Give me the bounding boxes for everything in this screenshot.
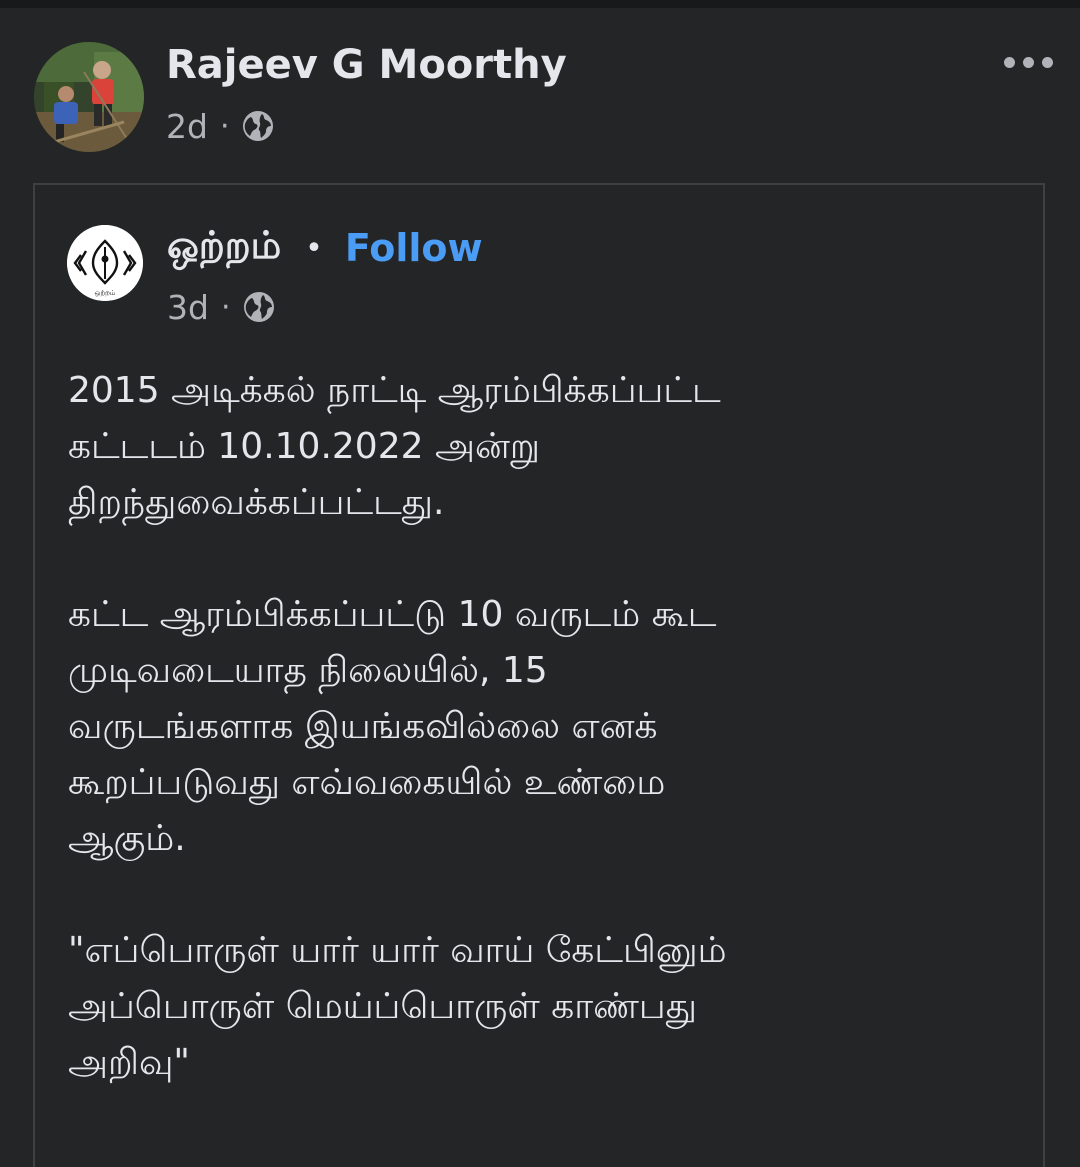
more-options-icon[interactable] bbox=[996, 44, 1060, 80]
meta-separator: · bbox=[219, 108, 230, 144]
page-name[interactable]: ஒற்றம் bbox=[167, 223, 281, 273]
text-line: ஆகும். bbox=[68, 818, 186, 859]
text-line: வருடங்களாக இயங்கவில்லை எனக் bbox=[68, 706, 658, 747]
header-separator: • bbox=[305, 230, 323, 266]
text-line: கட்ட ஆரம்பிக்கப்பட்டு 10 வருடம் கூட bbox=[68, 594, 717, 635]
paragraph: "எப்பொருள் யார் யார் வாய் கேட்பினும் அப்… bbox=[68, 923, 1028, 1091]
paragraph: 2015 அடிக்கல் நாட்டி ஆரம்பிக்கப்பட்ட கட்… bbox=[68, 363, 1028, 531]
shared-post-meta: 3d · bbox=[167, 285, 275, 329]
page-header: ஒற்றம் • Follow bbox=[167, 223, 483, 273]
text-line: திறந்துவைக்கப்பட்டது. bbox=[68, 482, 445, 523]
meta-separator: · bbox=[220, 289, 231, 325]
shared-post-card[interactable]: ஒற்றம் ஒற்றம் • Follow 3d · 2015 அடிக்கல… bbox=[33, 183, 1045, 1167]
text-line: கூறப்படுவது எவ்வகையில் உண்மை bbox=[68, 762, 666, 803]
globe-icon[interactable] bbox=[243, 291, 275, 323]
top-divider bbox=[0, 0, 1080, 8]
follow-button[interactable]: Follow bbox=[345, 226, 483, 270]
post-view: Rajeev G Moorthy 2d · ஒற்றம் ஒற்றம் • Fo… bbox=[0, 0, 1080, 1167]
author-name[interactable]: Rajeev G Moorthy bbox=[166, 42, 567, 88]
text-line: 2015 அடிக்கல் நாட்டி ஆரம்பிக்கப்பட்ட bbox=[68, 370, 721, 411]
post-timestamp[interactable]: 2d bbox=[166, 107, 208, 146]
text-line: அப்பொருள் மெய்ப்பொருள் காண்பது bbox=[68, 986, 697, 1027]
dot bbox=[1041, 56, 1053, 68]
text-line: "எப்பொருள் யார் யார் வாய் கேட்பினும் bbox=[68, 930, 727, 971]
paragraph: கட்ட ஆரம்பிக்கப்பட்டு 10 வருடம் கூட முடி… bbox=[68, 587, 1028, 867]
globe-icon[interactable] bbox=[242, 110, 274, 142]
shared-post-timestamp[interactable]: 3d bbox=[167, 288, 209, 327]
author-avatar[interactable] bbox=[34, 42, 144, 152]
page-avatar[interactable]: ஒற்றம் bbox=[67, 225, 143, 301]
text-line: முடிவடையாத நிலையில், 15 bbox=[68, 650, 548, 691]
dot bbox=[1022, 56, 1034, 68]
dot bbox=[1003, 56, 1015, 68]
logo-text: ஒற்றம் bbox=[94, 289, 115, 297]
text-line: அறிவு" bbox=[68, 1042, 190, 1083]
post-meta: 2d · bbox=[166, 104, 274, 148]
text-line: கட்டடம் 10.10.2022 அன்று bbox=[68, 426, 540, 467]
post-text: 2015 அடிக்கல் நாட்டி ஆரம்பிக்கப்பட்ட கட்… bbox=[68, 363, 1028, 1147]
